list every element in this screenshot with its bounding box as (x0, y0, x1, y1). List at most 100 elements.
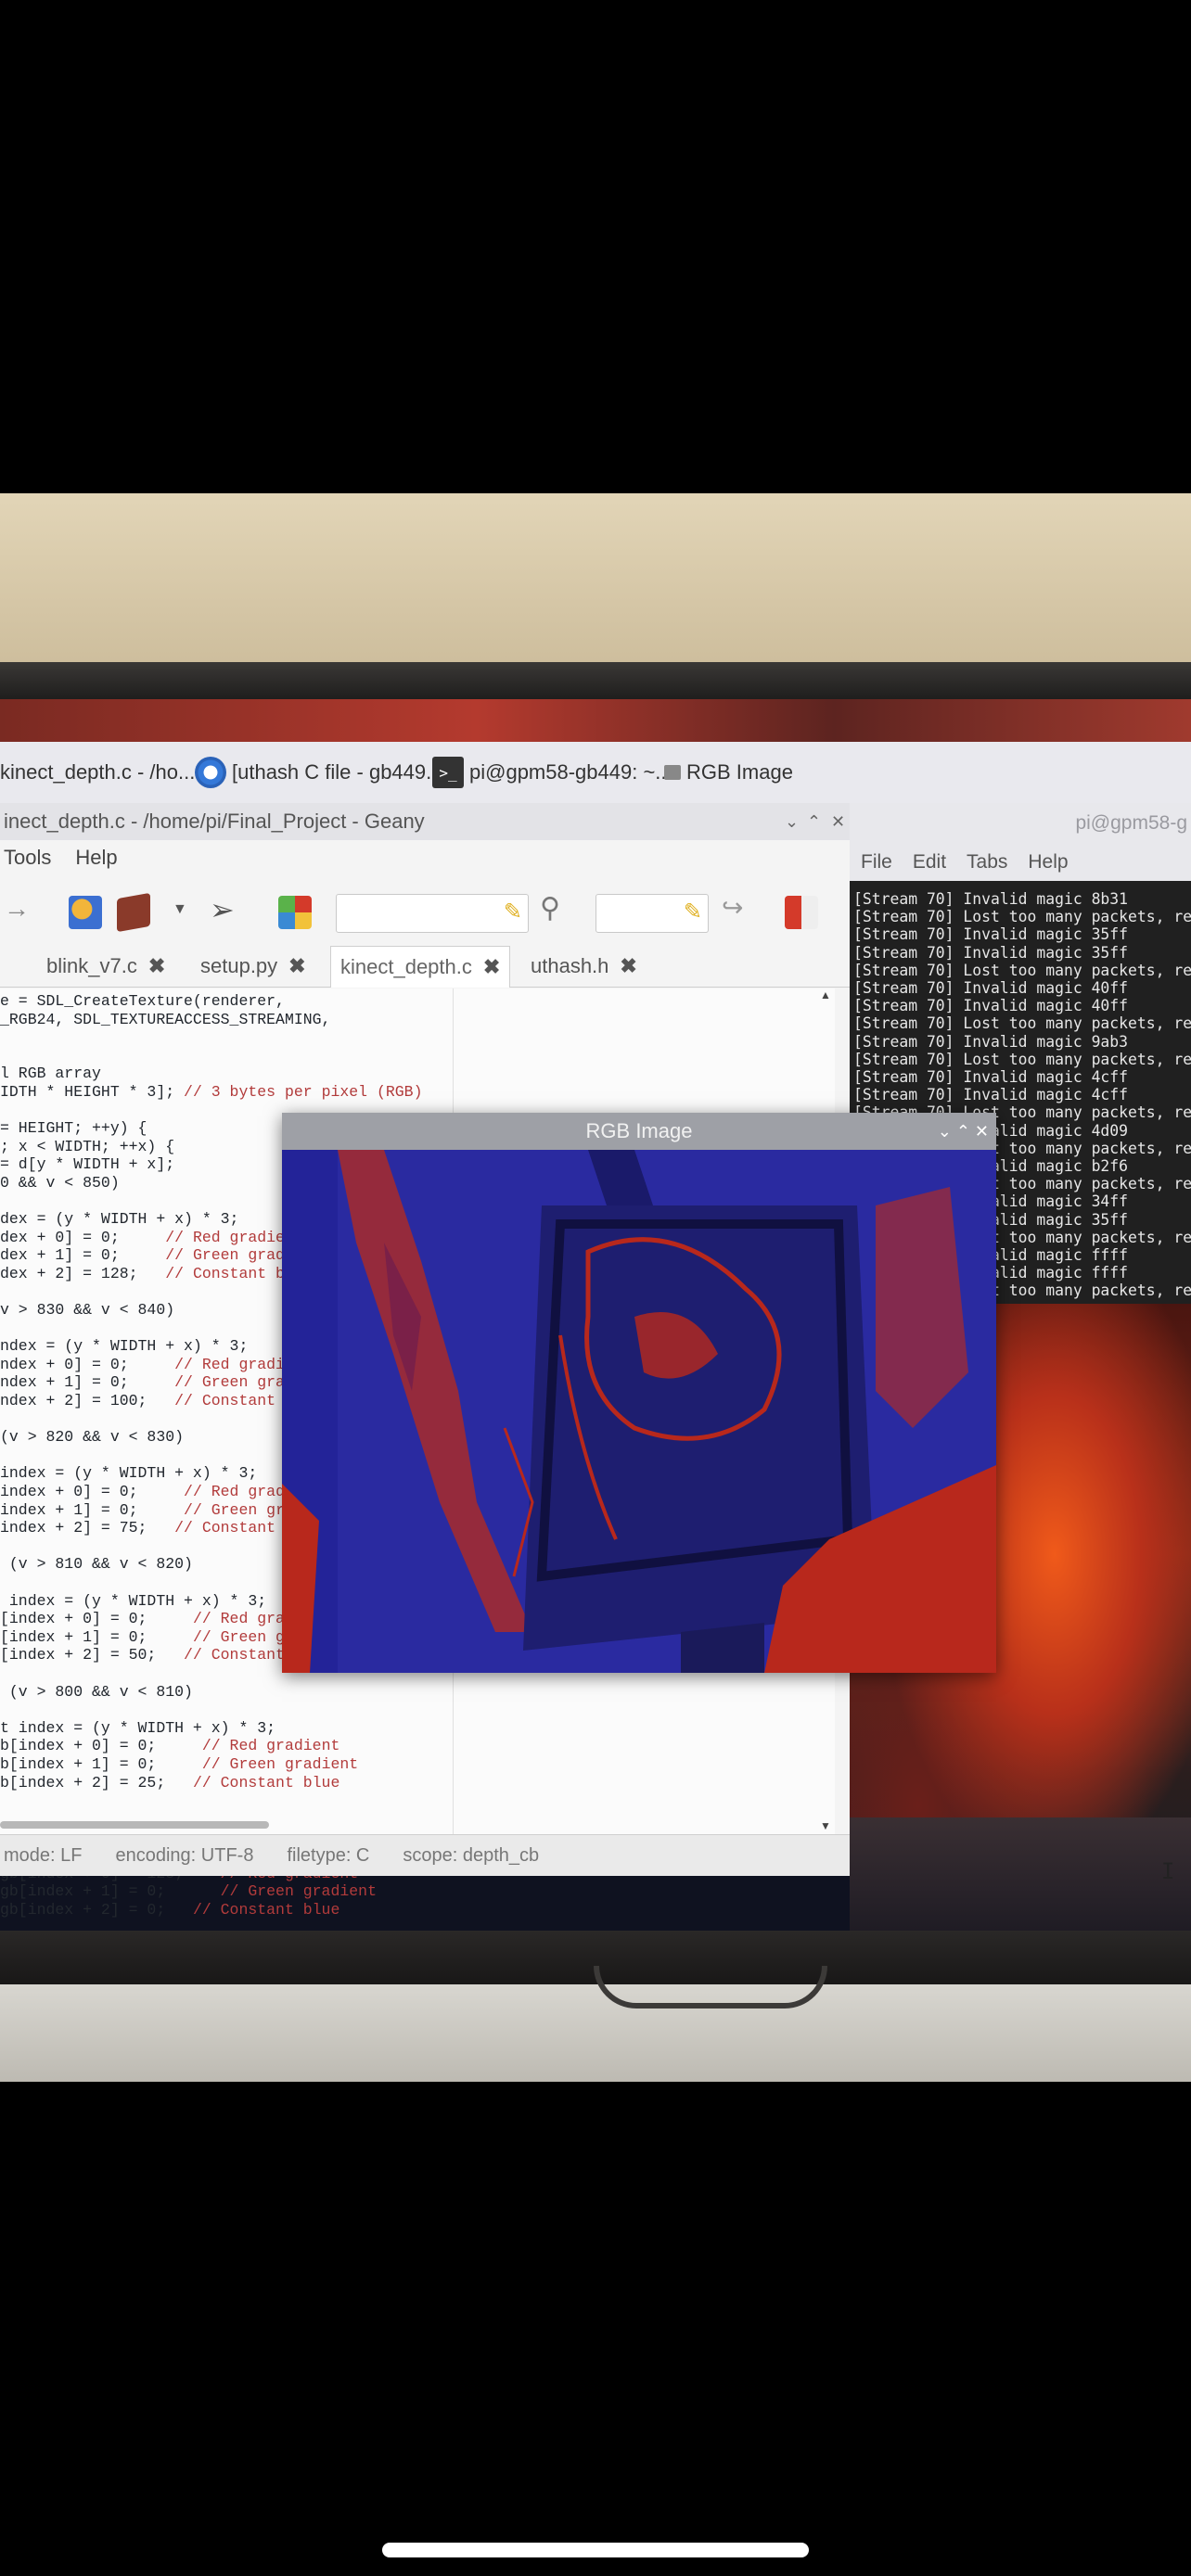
code-line: _RGB24, SDL_TEXTUREACCESS_STREAMING, (0, 1010, 331, 1028)
status-scope: scope: depth_cb (403, 1844, 540, 1866)
jump-icon[interactable]: ↪ (722, 892, 743, 923)
code-comment: // 3 bytes per pixel (RGB) (184, 1082, 423, 1101)
menu-tabs[interactable]: Tabs (967, 851, 1007, 874)
tab-blink[interactable]: blink_v7.c ✖ (37, 946, 174, 987)
compile-icon[interactable] (69, 896, 102, 929)
scroll-up-icon[interactable]: ▲ (820, 988, 831, 1001)
quit-icon[interactable] (785, 896, 818, 929)
menu-help[interactable]: Help (1028, 851, 1068, 874)
search-icon[interactable]: ⚲ (540, 892, 560, 925)
monitor-screen: kinect_depth.c - /ho... [uthash C file -… (0, 742, 1191, 1931)
menu-file[interactable]: File (861, 851, 892, 874)
maximize-button[interactable]: ⌃ (807, 803, 821, 840)
terminal-line: [Stream 70] Invalid magic 35ff (853, 943, 1129, 962)
tab-label: kinect_depth.c (340, 955, 472, 978)
depth-image (282, 1150, 996, 1673)
terminal-line: [Stream 70] Invalid magic 40ff (853, 979, 1129, 998)
status-filetype: filetype: C (287, 1844, 370, 1866)
terminal-line: [Stream 70] Invalid magic 9ab3 (853, 1032, 1129, 1051)
menu-bar: Tools Help (0, 846, 118, 879)
monitor-bezel-top (0, 662, 1191, 699)
background-wall (0, 493, 1191, 670)
monitor-stand (594, 1966, 827, 2009)
code-line: IDTH * HEIGHT * 3]; // 3 bytes per pixel… (0, 1082, 423, 1101)
code-comment: // Constant blue (192, 1900, 340, 1919)
terminal-line: [Stream 70] Invalid magic 8b31 (853, 890, 1129, 908)
taskbar-item-terminal[interactable]: >_ pi@gpm58-gb449: ~... (432, 753, 672, 792)
chevron-down-icon[interactable]: ▼ (173, 901, 187, 918)
window-title: inect_depth.c - /home/pi/Final_Project -… (0, 803, 850, 840)
rgb-window-title: RGB Image (282, 1113, 996, 1150)
code-line: b[index + 2] = 25; // Constant blue (0, 1773, 340, 1792)
taskbar-item-chromium[interactable]: [uthash C file - gb449... (195, 753, 442, 792)
code-line: gb[index + 1] = 0; // Green gradient (0, 1882, 377, 1901)
code-comment: // Red gradient (201, 1737, 340, 1755)
desktop-wallpaper-lake (850, 1817, 1191, 1931)
code-line: e = SDL_CreateTexture(renderer, (0, 992, 285, 1010)
terminal-icon: >_ (432, 757, 464, 788)
terminal-line: [Stream 70] Lost too many packets, res (853, 1050, 1191, 1068)
broom-icon[interactable]: ✎ (684, 899, 702, 925)
close-icon[interactable]: ✖ (483, 955, 500, 978)
close-icon[interactable]: ✖ (620, 954, 636, 977)
terminal-title: pi@gpm58-g (850, 803, 1191, 844)
broom-icon[interactable]: ✎ (504, 899, 522, 925)
close-button[interactable]: ✕ (831, 803, 845, 840)
code-comment: // Constant blue (192, 1773, 340, 1792)
text-cursor-icon: I (1161, 1858, 1175, 1884)
taskbar: kinect_depth.c - /ho... [uthash C file -… (0, 742, 1191, 804)
close-icon[interactable]: ✖ (148, 954, 165, 977)
minimize-button[interactable]: ⌄ (785, 803, 799, 840)
search-input[interactable]: ✎ (336, 894, 529, 933)
code-line: gb[index + 2] = 0; // Constant blue (0, 1900, 340, 1919)
color-chooser-icon[interactable] (278, 896, 312, 929)
goto-line-input[interactable]: ✎ (596, 894, 709, 933)
scroll-down-icon[interactable]: ▼ (820, 1819, 831, 1832)
menu-help[interactable]: Help (75, 846, 117, 879)
terminal-line: [Stream 70] Lost too many packets, res (853, 961, 1191, 979)
terminal-line: [Stream 70] Invalid magic 40ff (853, 997, 1129, 1015)
taskbar-item-geany[interactable]: kinect_depth.c - /ho... (0, 753, 195, 792)
code-line: b[index + 1] = 0; // Green gradient (0, 1754, 359, 1773)
menu-tools[interactable]: Tools (4, 846, 51, 879)
tab-kinect-depth[interactable]: kinect_depth.c ✖ (330, 946, 511, 988)
home-indicator[interactable] (382, 2543, 809, 2557)
code-line: t index = (y * WIDTH + x) * 3; (0, 1718, 276, 1737)
horizontal-scrollbar[interactable] (0, 1821, 269, 1829)
code-line: (v > 800 && v < 810) (0, 1682, 193, 1701)
terminal-line: [Stream 70] Lost too many packets, res (853, 908, 1191, 926)
build-icon[interactable] (117, 892, 150, 933)
terminal-menu-bar: File Edit Tabs Help (850, 844, 1191, 881)
taskbar-item-label: [uthash C file - gb449... (232, 760, 443, 784)
terminal-line: [Stream 70] Lost too many packets, res (853, 1014, 1191, 1033)
taskbar-item-rgb-image[interactable]: RGB Image (664, 753, 793, 792)
terminal-line: [Stream 70] Invalid magic 4cff (853, 1068, 1129, 1087)
send-icon[interactable]: ➢ (210, 892, 235, 927)
desk-surface (0, 1984, 1191, 2082)
toolbar: → ▼ ➢ ✎ ⚲ ✎ ↪ (0, 883, 850, 942)
code-comment: // Green gradient (201, 1754, 359, 1773)
terminal-line: [Stream 70] Invalid magic 35ff (853, 925, 1129, 944)
code-comment: // Green gradient (220, 1882, 377, 1901)
tab-label: setup.py (200, 954, 278, 977)
close-icon[interactable]: ✖ (288, 954, 305, 977)
taskbar-item-label: pi@gpm58-gb449: ~... (469, 760, 672, 784)
tab-label: blink_v7.c (46, 954, 137, 977)
tab-uthash[interactable]: uthash.h ✖ (521, 946, 647, 987)
chrome-icon (195, 757, 226, 788)
forward-arrow-icon[interactable]: → (4, 894, 30, 924)
tab-label: uthash.h (531, 954, 609, 977)
rgb-image-window[interactable]: RGB Image ⌄ ⌃ ✕ (282, 1113, 996, 1673)
taskbar-item-label: kinect_depth.c - /ho... (0, 760, 196, 784)
tab-setup[interactable]: setup.py ✖ (191, 946, 315, 987)
window-icon (664, 765, 681, 780)
tab-bar: blink_v7.c ✖ setup.py ✖ kinect_depth.c ✖ ut… (0, 946, 850, 988)
status-bar: mode: LF encoding: UTF-8 filetype: C sco… (0, 1834, 853, 1876)
menu-edit[interactable]: Edit (913, 851, 946, 874)
window-controls[interactable]: ⌄ ⌃ ✕ (938, 1113, 989, 1150)
